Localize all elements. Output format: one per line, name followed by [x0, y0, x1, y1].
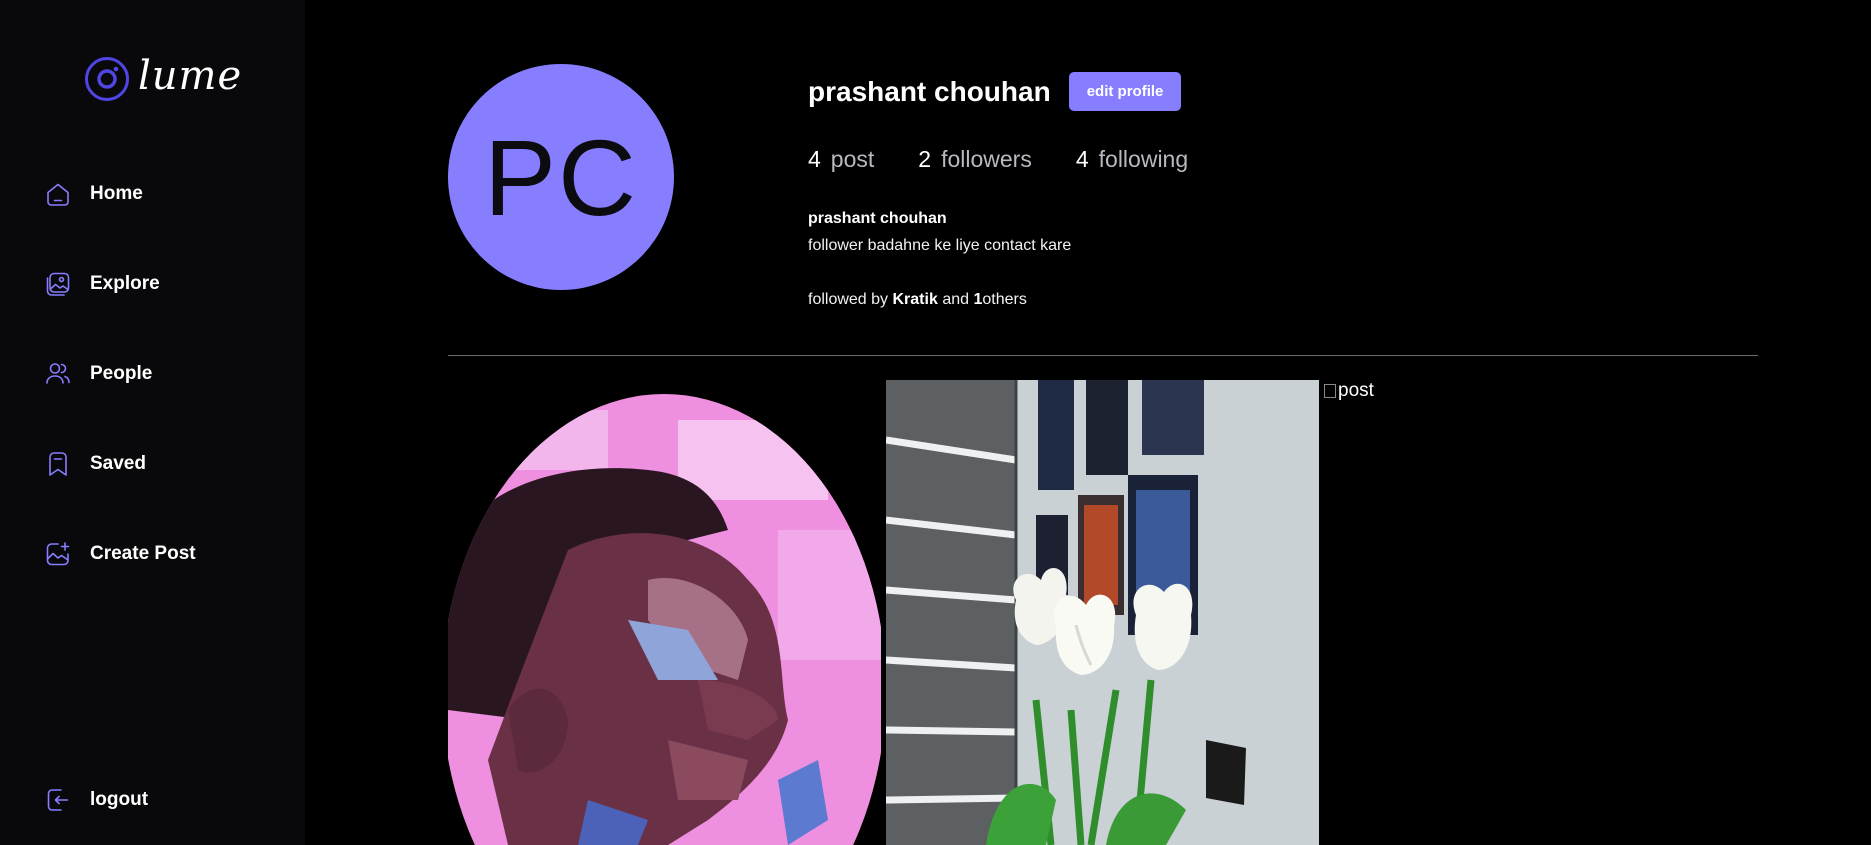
- followers-label: followers: [941, 146, 1032, 172]
- sidebar-item-saved[interactable]: Saved: [44, 450, 146, 478]
- followed-by-user[interactable]: Kratik: [893, 291, 938, 308]
- logo-icon: [84, 56, 130, 102]
- posts-count: 4: [808, 146, 821, 172]
- edit-profile-button[interactable]: edit profile: [1068, 72, 1182, 111]
- people-icon: [44, 360, 72, 388]
- followed-by-suffix: others: [982, 291, 1027, 308]
- followed-by-prefix: followed by: [808, 291, 889, 308]
- logo-text: lume: [138, 53, 243, 99]
- logout-button[interactable]: logout: [44, 786, 148, 814]
- home-icon: [44, 180, 72, 208]
- sidebar-item-people[interactable]: People: [44, 360, 152, 388]
- sidebar-item-label: People: [90, 363, 153, 384]
- profile-header: prashant chouhan edit profile: [808, 72, 1182, 111]
- avatar: PC: [448, 64, 674, 290]
- app-logo[interactable]: lume: [84, 56, 242, 102]
- avatar-initials: PC: [483, 116, 639, 238]
- post-thumbnail[interactable]: [448, 380, 881, 845]
- post-thumbnail[interactable]: [886, 380, 1319, 845]
- broken-image-icon: [1324, 384, 1336, 398]
- bio-name: prashant chouhan: [808, 210, 947, 227]
- sidebar-item-label: Create Post: [90, 543, 196, 564]
- divider: [448, 355, 1758, 356]
- followers-stat[interactable]: 2 followers: [918, 146, 1032, 173]
- post-thumbnail[interactable]: post: [1324, 380, 1444, 410]
- sidebar-item-explore[interactable]: Explore: [44, 270, 160, 298]
- followed-by: followed by Kratik and 1others: [808, 291, 1027, 309]
- create-post-icon: [44, 540, 72, 568]
- gallery-icon: [44, 270, 72, 298]
- bio-text: follower badahne ke liye contact kare: [808, 237, 1072, 254]
- sidebar-item-label: Home: [90, 183, 143, 204]
- sidebar-item-label: Saved: [90, 453, 146, 474]
- followed-by-and: and: [942, 291, 970, 308]
- logout-icon: [44, 786, 72, 814]
- post-image: [886, 380, 1319, 845]
- post-image: [448, 380, 881, 845]
- broken-image: post: [1324, 380, 1444, 402]
- followers-count: 2: [918, 146, 932, 172]
- following-stat[interactable]: 4 following: [1076, 146, 1188, 173]
- posts-label: post: [830, 146, 875, 172]
- profile-name: prashant chouhan: [808, 75, 1051, 107]
- sidebar-item-home[interactable]: Home: [44, 180, 143, 208]
- logout-label: logout: [90, 789, 149, 810]
- following-count: 4: [1075, 146, 1089, 172]
- sidebar-item-label: Explore: [90, 273, 160, 294]
- bookmark-icon: [44, 450, 72, 478]
- sidebar: lume Home Explore People Saved Create Po…: [0, 0, 305, 845]
- profile-main: PC prashant chouhan edit profile 4 post …: [305, 0, 1871, 845]
- profile-stats: 4 post 2 followers 4 following: [808, 146, 1188, 173]
- posts-stat[interactable]: 4 post: [808, 146, 874, 173]
- sidebar-item-create-post[interactable]: Create Post: [44, 540, 196, 568]
- following-label: following: [1098, 146, 1189, 172]
- broken-image-alt: post: [1338, 380, 1374, 401]
